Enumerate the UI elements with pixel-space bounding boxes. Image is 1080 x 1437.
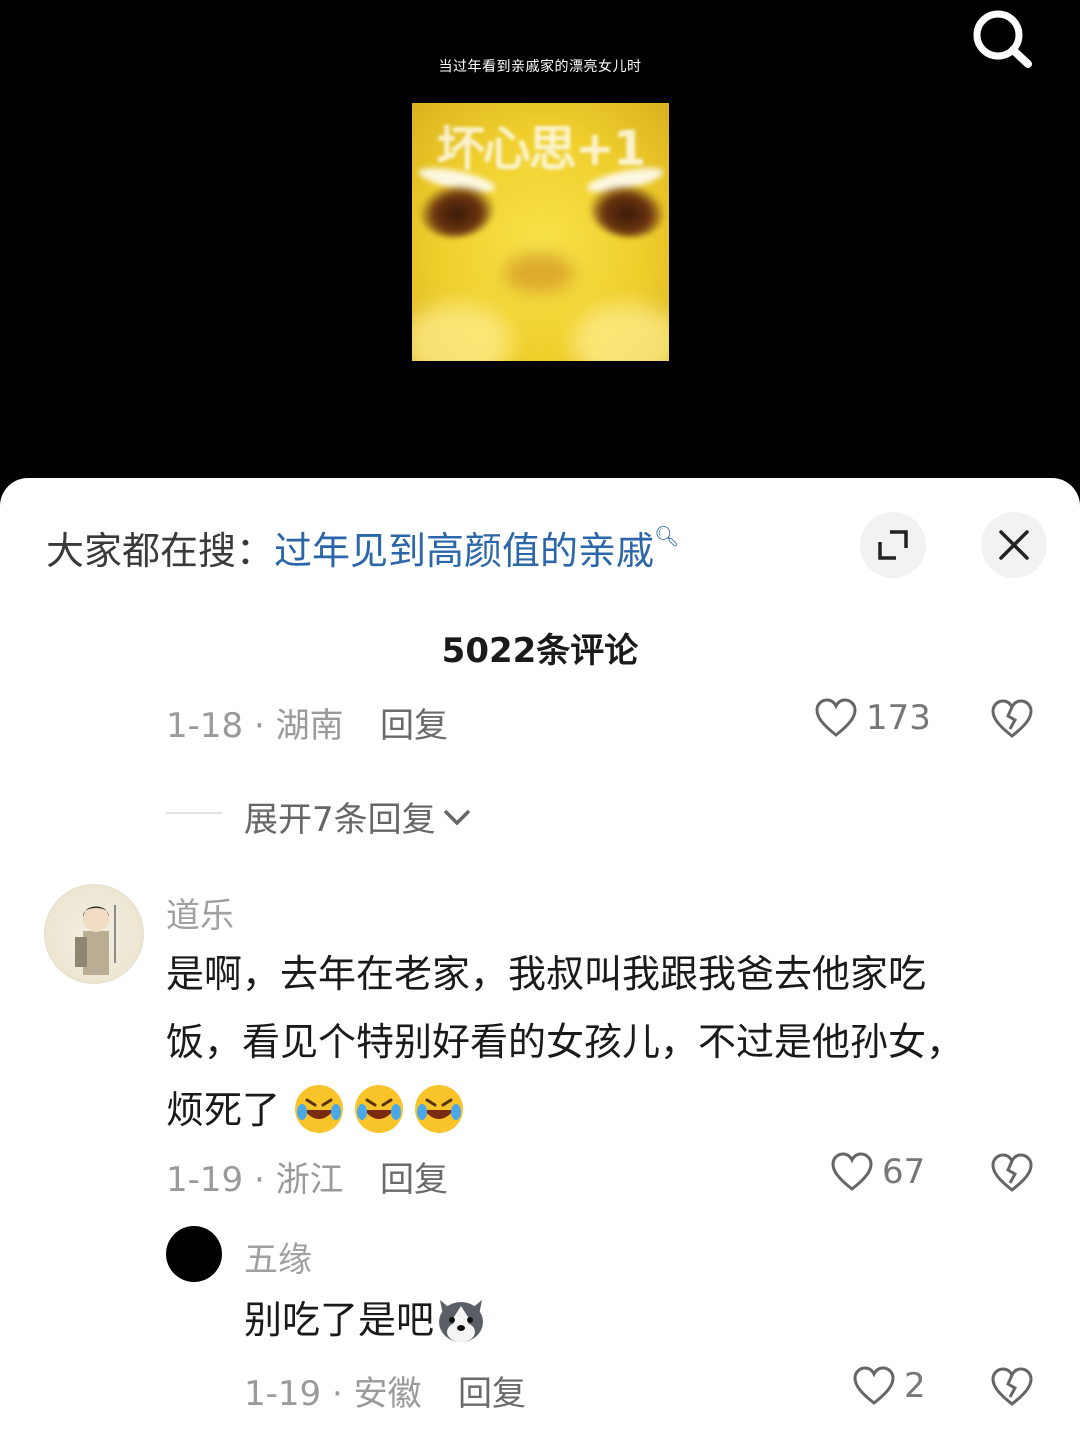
video-player[interactable]: 当过年看到亲戚家的漂亮女儿时 坏心思+1: [0, 0, 1080, 500]
meme-image: 坏心思+1: [412, 103, 669, 361]
comment-line-last: 烦死了: [166, 1076, 1026, 1144]
husky-dog-emoji: [439, 1299, 484, 1342]
comment-count: 5022条评论: [441, 631, 639, 671]
comment-date-location: 1-18 · 湖南: [166, 706, 344, 746]
comment-sheet: 大家都在搜：过年见到高颜值的亲戚🔍︎ 5022条评论 1-18 · 湖南 回复 …: [0, 478, 1080, 1437]
comment-line: 是啊，去年在老家，我叔叫我跟我爸去他家吃: [166, 952, 927, 996]
trending-query-link[interactable]: 过年见到高颜值的亲戚: [274, 529, 654, 573]
like-count: 67: [882, 1152, 926, 1192]
avatar[interactable]: [44, 884, 144, 984]
expand-replies-button[interactable]: 展开7条回复: [244, 792, 472, 841]
close-button[interactable]: [981, 512, 1047, 578]
expand-icon: [878, 530, 908, 560]
comment-line: 烦死了: [166, 1088, 281, 1132]
avatar-illustration: [75, 905, 116, 975]
expand-button[interactable]: [860, 512, 926, 578]
reply-button[interactable]: 回复: [380, 698, 448, 747]
divider: [166, 812, 222, 814]
broken-heart-icon: [991, 1153, 1033, 1192]
like-count: 173: [866, 698, 931, 738]
dislike-button[interactable]: [990, 1366, 1034, 1412]
reply-button[interactable]: 回复: [380, 1152, 448, 1201]
broken-heart-icon: [991, 699, 1033, 738]
chevron-down-icon: [443, 809, 470, 825]
like-button[interactable]: 173: [814, 697, 931, 739]
comment-line: 别吃了是吧: [244, 1298, 435, 1342]
heart-icon: [831, 1152, 873, 1191]
like-count: 2: [904, 1366, 926, 1406]
broken-heart-icon: [991, 1367, 1033, 1406]
heart-icon: [815, 698, 857, 737]
trending-prefix: 大家都在搜：: [46, 529, 275, 573]
username[interactable]: 五缘: [244, 1232, 312, 1281]
comment-text: 别吃了是吧: [244, 1286, 1004, 1354]
trending-search[interactable]: 大家都在搜：过年见到高颜值的亲戚🔍︎: [46, 520, 679, 575]
rolling-laughing-emoji: [355, 1084, 404, 1133]
rolling-laughing-emoji: [295, 1084, 344, 1133]
heart-icon: [853, 1366, 895, 1405]
username[interactable]: 道乐: [166, 888, 234, 937]
like-button[interactable]: 2: [852, 1365, 926, 1407]
avatar[interactable]: [166, 1226, 222, 1282]
comment-date-location: 1-19 · 安徽: [244, 1374, 422, 1414]
dislike-button[interactable]: [990, 1152, 1034, 1198]
close-icon: [999, 530, 1029, 560]
dislike-button[interactable]: [990, 698, 1034, 744]
search-small-icon: 🔍︎: [654, 524, 680, 548]
comment-text: 是啊，去年在老家，我叔叫我跟我爸去他家吃 饭，看见个特别好看的女孩儿，不过是他孙…: [166, 940, 1026, 1144]
comment-date-location: 1-19 · 浙江: [166, 1160, 344, 1200]
rolling-laughing-emoji: [415, 1084, 464, 1133]
reply-button[interactable]: 回复: [458, 1366, 526, 1415]
comment-line: 饭，看见个特别好看的女孩儿，不过是他孙女，: [166, 1020, 965, 1064]
video-caption: 当过年看到亲戚家的漂亮女儿时: [438, 59, 642, 75]
expand-replies-label: 展开7条回复: [244, 800, 436, 840]
like-button[interactable]: 67: [830, 1151, 925, 1193]
meme-caption: 坏心思+1: [436, 121, 647, 177]
